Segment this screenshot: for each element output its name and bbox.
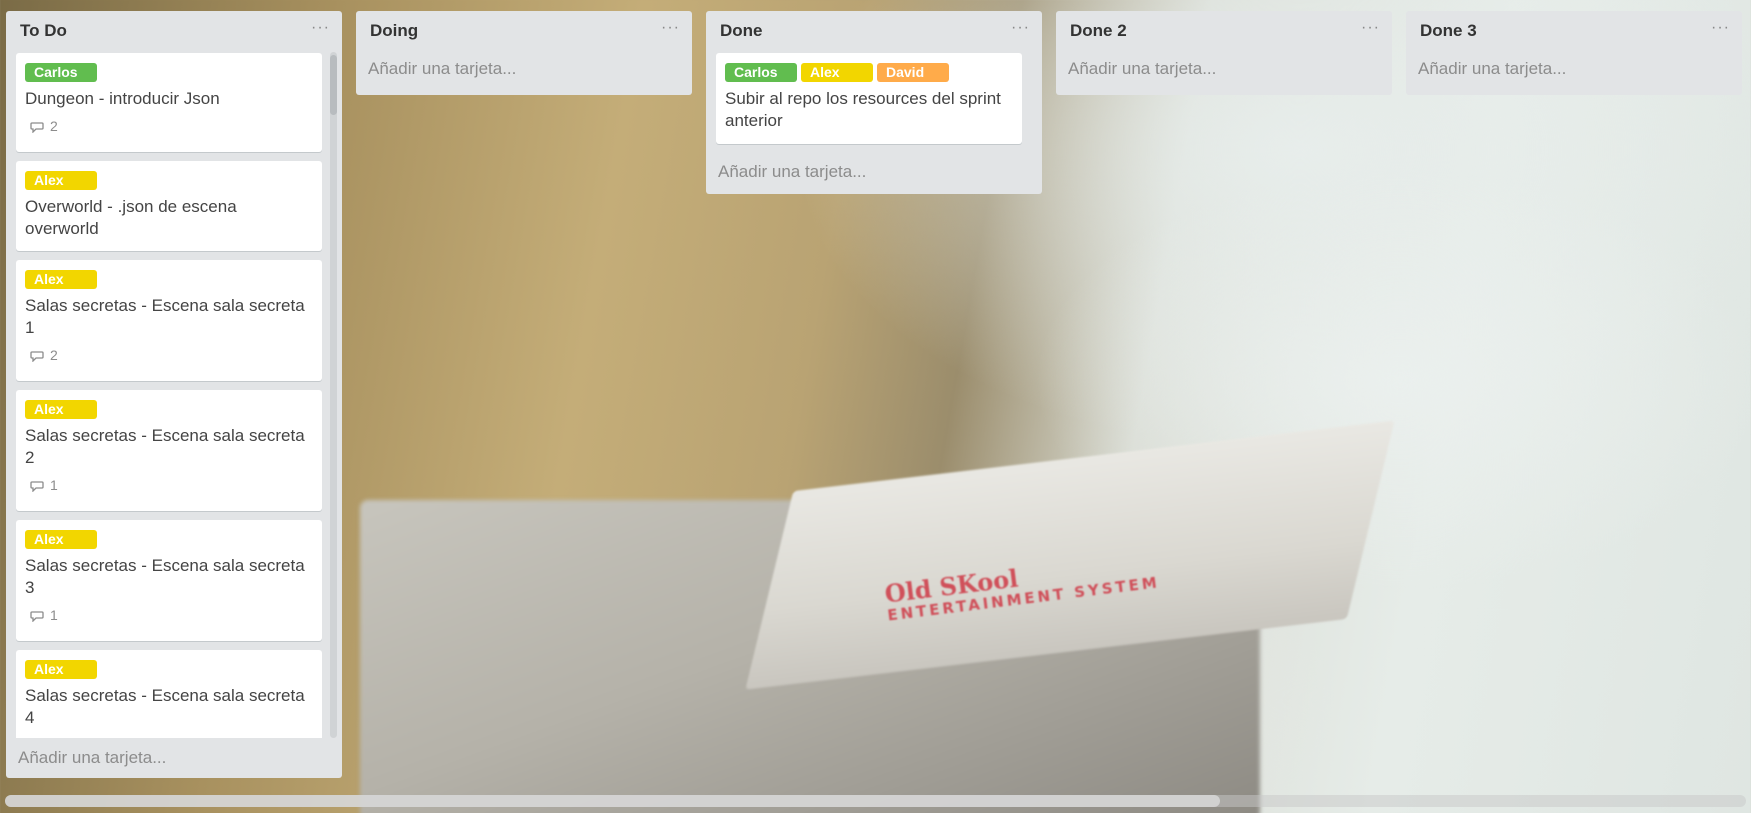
card[interactable]: Alex Overworld - .json de escena overwor… (16, 161, 322, 251)
list-header: Done 2 ··· (1056, 11, 1392, 49)
card-title: Salas secretas - Escena sala secreta 4 (25, 686, 305, 727)
board-scrollbar-thumb[interactable] (5, 795, 1220, 807)
comment-icon (30, 122, 44, 133)
card-labels: Alex (25, 530, 313, 550)
card-labels: Alex (25, 171, 313, 191)
list-menu-button[interactable]: ··· (1711, 19, 1730, 37)
comment-icon (30, 611, 44, 622)
board: To Do ··· Carlos Dungeon - introducir Js… (0, 0, 1751, 813)
list-done: Done ··· Carlos Alex David Subir al repo l… (706, 11, 1042, 194)
comment-count: 1 (50, 477, 58, 493)
card[interactable]: Alex Salas secretas - Escena sala secret… (16, 260, 322, 381)
card-title: Salas secretas - Escena sala secreta 2 (25, 426, 305, 467)
list-menu-button[interactable]: ··· (1361, 19, 1380, 37)
add-card-button[interactable]: Añadir una tarjeta... (1406, 49, 1742, 89)
label-david: David (877, 63, 949, 82)
comment-count: 2 (50, 118, 58, 134)
card[interactable]: Carlos Dungeon - introducir Json 2 (16, 53, 322, 152)
card-labels: Alex (25, 660, 313, 680)
card-list: Carlos Dungeon - introducir Json 2 Alex … (6, 52, 342, 738)
list-header: Doing ··· (356, 11, 692, 49)
list-done-2: Done 2 ··· Añadir una tarjeta... (1056, 11, 1392, 95)
card-labels: Alex (25, 270, 313, 290)
card-labels: Alex (25, 400, 313, 420)
card[interactable]: Alex Salas secretas - Escena sala secret… (16, 390, 322, 511)
list-title: Done 2 (1070, 21, 1127, 40)
card[interactable]: Alex Salas secretas - Escena sala secret… (16, 520, 322, 641)
comment-badge: 1 (30, 476, 313, 494)
comment-icon (30, 351, 44, 362)
add-card-button[interactable]: Añadir una tarjeta... (6, 738, 342, 778)
card-title: Overworld - .json de escena overworld (25, 197, 237, 238)
add-card-button[interactable]: Añadir una tarjeta... (356, 49, 692, 89)
card[interactable]: Carlos Alex David Subir al repo los resour… (716, 53, 1022, 144)
card-title: Salas secretas - Escena sala secreta 3 (25, 556, 305, 597)
list-header: Done ··· (706, 11, 1042, 52)
card-title: Dungeon - introducir Json (25, 89, 220, 108)
list-done-3: Done 3 ··· Añadir una tarjeta... (1406, 11, 1742, 95)
label-alex: Alex (25, 400, 97, 419)
add-card-button[interactable]: Añadir una tarjeta... (706, 152, 1042, 192)
list-header: Done 3 ··· (1406, 11, 1742, 49)
list-scrollbar-thumb[interactable] (330, 55, 337, 115)
label-carlos: Carlos (725, 63, 797, 82)
list-menu-button[interactable]: ··· (661, 19, 680, 37)
card-labels: Carlos Alex David (725, 63, 1013, 83)
list-title: To Do (20, 21, 67, 40)
label-alex: Alex (25, 660, 97, 679)
list-title: Done 3 (1420, 21, 1477, 40)
comment-icon (30, 481, 44, 492)
label-alex: Alex (25, 270, 97, 289)
list-header: To Do ··· (6, 11, 342, 52)
label-alex: Alex (25, 530, 97, 549)
label-carlos: Carlos (25, 63, 97, 82)
card-list: Carlos Alex David Subir al repo los resour… (706, 52, 1042, 152)
comment-badge: 1 (30, 606, 313, 624)
label-alex: Alex (25, 171, 97, 190)
list-todo: To Do ··· Carlos Dungeon - introducir Js… (6, 11, 342, 778)
add-card-button[interactable]: Añadir una tarjeta... (1056, 49, 1392, 89)
list-menu-button[interactable]: ··· (1011, 19, 1030, 37)
comment-count: 1 (50, 607, 58, 623)
card-title: Salas secretas - Escena sala secreta 1 (25, 296, 305, 337)
label-alex: Alex (801, 63, 873, 82)
list-menu-button[interactable]: ··· (311, 19, 330, 37)
list-doing: Doing ··· Añadir una tarjeta... (356, 11, 692, 95)
list-title: Doing (370, 21, 419, 40)
card-title: Subir al repo los resources del sprint a… (725, 89, 1001, 130)
card[interactable]: Alex Salas secretas - Escena sala secret… (16, 650, 322, 738)
comment-count: 2 (50, 347, 58, 363)
comment-badge: 2 (30, 346, 313, 364)
list-scrollbar-track[interactable] (330, 52, 337, 738)
card-labels: Carlos (25, 63, 313, 83)
list-title: Done (720, 21, 763, 40)
comment-badge: 2 (30, 117, 313, 135)
